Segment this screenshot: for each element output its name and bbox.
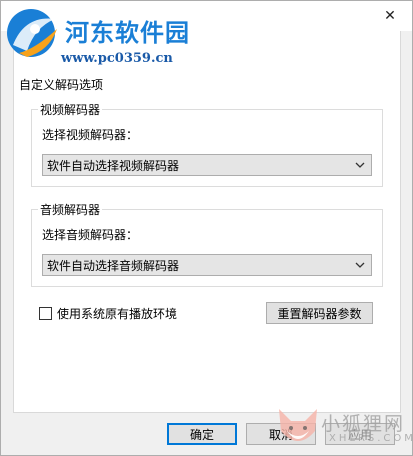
watermark-url: www.pc0359.cn	[61, 51, 173, 66]
video-decoder-select[interactable]: 软件自动选择视频解码器	[42, 154, 372, 176]
close-button[interactable]: ✕	[368, 1, 412, 31]
use-system-env-checkbox[interactable]	[39, 307, 52, 320]
decoder-options-dialog: ✕ 河东软件园 www.pc0359.cn 自定义解码选项 视频解码器 选择视频…	[0, 0, 413, 456]
site-logo-icon	[7, 9, 57, 57]
site-watermark: 河东软件园 www.pc0359.cn	[5, 5, 210, 71]
audio-decoder-group: 音频解码器 选择音频解码器： 软件自动选择音频解码器	[31, 201, 383, 287]
video-group-label: 视频解码器	[38, 101, 103, 118]
video-decoder-value: 软件自动选择视频解码器	[47, 158, 180, 173]
audio-decoder-select[interactable]: 软件自动选择音频解码器	[42, 254, 372, 276]
audio-group-label: 音频解码器	[38, 201, 103, 218]
reset-decoder-button[interactable]: 重置解码器参数	[266, 302, 373, 324]
video-decoder-group: 视频解码器 选择视频解码器： 软件自动选择视频解码器	[31, 101, 383, 187]
audio-decoder-value: 软件自动选择音频解码器	[47, 258, 180, 273]
cancel-button[interactable]: 取消	[246, 423, 316, 445]
ok-button[interactable]: 确定	[167, 423, 237, 445]
audio-field-label: 选择音频解码器：	[42, 228, 139, 242]
close-icon: ✕	[384, 8, 396, 24]
watermark-title: 河东软件园	[65, 18, 190, 47]
chevron-down-icon	[355, 162, 365, 168]
use-system-env-option[interactable]: 使用系统原有播放环境	[39, 305, 177, 322]
panel-title: 自定义解码选项	[19, 78, 104, 92]
video-field-label: 选择视频解码器：	[42, 128, 139, 142]
apply-button[interactable]: 应用	[325, 423, 395, 445]
chevron-down-icon	[355, 262, 365, 268]
use-system-env-label: 使用系统原有播放环境	[57, 307, 178, 321]
